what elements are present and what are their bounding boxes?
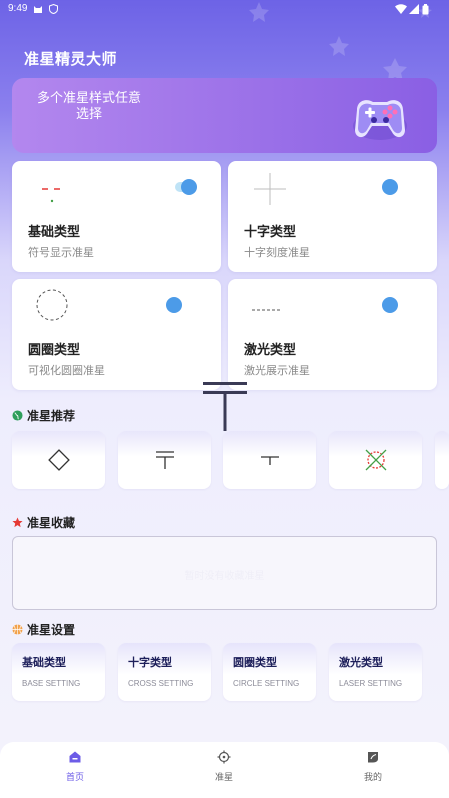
settings-header: 准星设置	[12, 621, 75, 638]
recommend-item-x-circle[interactable]	[329, 431, 422, 489]
setting-cross[interactable]: 十字类型 CROSS SETTING	[118, 643, 211, 701]
status-time: 9:49	[8, 3, 28, 14]
recommend-header: 准星推荐	[12, 407, 75, 424]
decorative-stars	[249, 2, 432, 81]
notification-cat-icon	[34, 6, 42, 13]
promo-banner[interactable]: 多个准星样式任意选择	[12, 78, 437, 153]
bottom-navigation: 首页 准星 我的	[0, 742, 449, 798]
nav-home[interactable]: 首页	[35, 750, 115, 783]
shield-icon	[49, 4, 58, 14]
app-title: 准星精灵大师	[24, 50, 118, 68]
banner-text: 多个准星样式任意选择	[36, 91, 141, 122]
laser-toggle[interactable]	[382, 297, 398, 313]
nav-profile-label: 我的	[363, 773, 382, 783]
setting-title: 十字类型	[128, 656, 172, 669]
setting-title: 圆圈类型	[233, 656, 277, 669]
x-circle-crosshair-icon	[365, 449, 386, 471]
cross-crosshair-preview-icon	[254, 173, 286, 205]
settings-title: 准星设置	[27, 623, 76, 637]
double-bar-crosshair-icon	[155, 451, 174, 469]
recommend-item-partial[interactable]	[435, 431, 449, 489]
star-icon	[12, 517, 23, 528]
gamepad-icon	[353, 100, 407, 140]
active-crosshair-overlay-icon	[203, 382, 247, 431]
card-title: 十字类型	[244, 225, 297, 240]
type-card-basic[interactable]: 基础类型 符号显示准星	[12, 161, 221, 272]
recommend-item-tee[interactable]	[223, 431, 316, 489]
basic-toggle[interactable]	[181, 179, 197, 195]
type-card-laser[interactable]: 激光类型 激光展示准星	[228, 279, 437, 390]
setting-circle[interactable]: 圆圈类型 CIRCLE SETTING	[223, 643, 316, 701]
basketball-icon	[12, 624, 23, 635]
setting-basic[interactable]: 基础类型 BASE SETTING	[12, 643, 105, 701]
recommend-item-double-bar[interactable]	[118, 431, 211, 489]
setting-laser[interactable]: 激光类型 LASER SETTING	[329, 643, 422, 701]
recommend-item-diamond[interactable]	[12, 431, 105, 489]
card-title: 基础类型	[28, 225, 81, 240]
setting-subtitle: CROSS SETTING	[128, 679, 194, 688]
recommend-title: 准星推荐	[27, 409, 76, 423]
profile-icon	[368, 752, 378, 763]
nav-home-label: 首页	[65, 773, 84, 783]
basic-crosshair-preview-icon	[42, 188, 60, 203]
type-card-cross[interactable]: 十字类型 十字刻度准星	[228, 161, 437, 272]
favorites-list: 暂时没有收藏准星	[12, 536, 437, 610]
crosshair-icon	[217, 750, 231, 764]
home-icon	[69, 751, 81, 763]
favorites-empty-text: 暂时没有收藏准星	[184, 571, 265, 582]
nav-profile[interactable]: 我的	[333, 750, 413, 783]
diamond-crosshair-icon	[47, 449, 70, 471]
tee-crosshair-icon	[260, 456, 279, 465]
setting-subtitle: LASER SETTING	[339, 679, 403, 688]
circle-crosshair-preview-icon	[36, 289, 68, 321]
circle-toggle[interactable]	[166, 297, 182, 313]
card-subtitle: 可视化圆圈准星	[28, 364, 105, 377]
card-subtitle: 十字刻度准星	[244, 246, 310, 259]
card-title: 激光类型	[244, 343, 297, 358]
card-subtitle: 符号显示准星	[28, 246, 94, 259]
nav-crosshair-label: 准星	[214, 773, 233, 783]
cross-toggle[interactable]	[382, 179, 398, 195]
laser-crosshair-preview-icon	[252, 309, 282, 311]
globe-icon	[12, 410, 23, 421]
setting-subtitle: CIRCLE SETTING	[233, 679, 300, 688]
favorites-header: 准星收藏	[12, 514, 75, 531]
card-title: 圆圈类型	[28, 343, 81, 358]
setting-title: 激光类型	[339, 656, 383, 669]
favorites-title: 准星收藏	[27, 516, 76, 530]
setting-title: 基础类型	[22, 656, 66, 669]
setting-subtitle: BASE SETTING	[22, 679, 81, 688]
type-card-circle[interactable]: 圆圈类型 可视化圆圈准星	[12, 279, 221, 390]
card-subtitle: 激光展示准星	[244, 364, 310, 377]
nav-crosshair[interactable]: 准星	[184, 750, 264, 783]
